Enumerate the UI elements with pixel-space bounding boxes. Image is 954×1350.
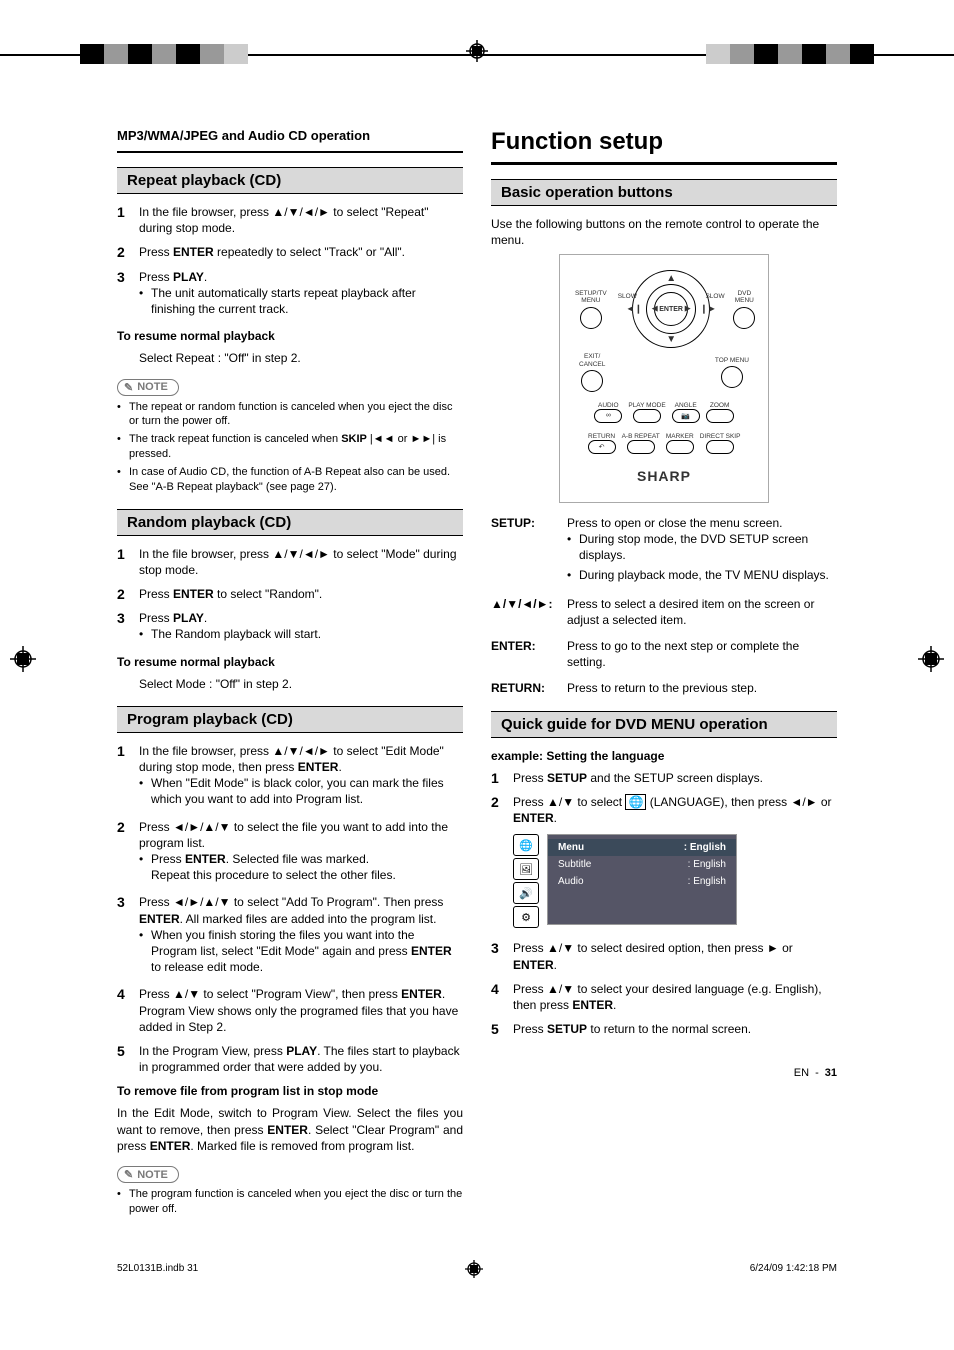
program-step-5: In the Program View, press PLAY. The fil… — [139, 1043, 463, 1075]
program-step-2: Press ◄/►/▲/▼ to select the file you wan… — [139, 819, 463, 887]
basic-intro: Use the following buttons on the remote … — [491, 216, 837, 248]
page-number-block: EN - 31 — [491, 1067, 837, 1079]
random-resume-heading: To resume normal playback — [117, 654, 463, 670]
registration-bar-top — [0, 40, 954, 68]
remote-setup-button — [580, 307, 602, 329]
quick-step-3: Press ▲/▼ to select desired option, then… — [513, 940, 837, 972]
program-step-4: Press ▲/▼ to select "Program View", then… — [139, 986, 463, 1035]
quick-example: example: Setting the language — [491, 748, 837, 764]
repeat-note-1: The repeat or random function is cancele… — [117, 400, 463, 430]
random-step-3: Press PLAY. The Random playback will sta… — [139, 610, 463, 645]
repeat-step-2: Press ENTER repeatedly to select "Track"… — [139, 244, 463, 260]
program-step-1: In the file browser, press ▲/▼/◄/► to se… — [139, 743, 463, 811]
remote-exit-button — [581, 370, 603, 392]
desc-setup: Press to open or close the menu screen. … — [567, 515, 837, 586]
quick-step-1: Press SETUP and the SETUP screen display… — [513, 770, 837, 786]
repeat-resume-text: Select Repeat : "Off" in step 2. — [117, 350, 463, 366]
program-note-1: The program function is canceled when yo… — [117, 1187, 463, 1217]
program-step-3: Press ◄/►/▲/▼ to select "Add To Program"… — [139, 894, 463, 978]
quick-step-4: Press ▲/▼ to select your desired languag… — [513, 981, 837, 1013]
page-footer: 52L0131B.indb 31 6/24/09 1:42:18 PM — [117, 1260, 837, 1278]
osd-tab-settings: ⚙ — [513, 906, 539, 928]
section-quick: Quick guide for DVD MENU operation — [491, 711, 837, 738]
note-tag-2: ✎ NOTE — [117, 1166, 179, 1183]
registration-cross-icon — [466, 40, 488, 62]
osd-tab-picture: 🖼 — [513, 858, 539, 880]
remote-topmenu-button — [721, 366, 743, 388]
repeat-step-3: Press PLAY. The unit automatically start… — [139, 269, 463, 321]
random-resume-text: Select Mode : "Off" in step 2. — [117, 676, 463, 692]
program-remove-text: In the Edit Mode, switch to Program View… — [117, 1105, 463, 1154]
repeat-note-3: In case of Audio CD, the function of A-B… — [117, 465, 463, 495]
section-basic: Basic operation buttons — [491, 179, 837, 206]
section-repeat: Repeat playback (CD) — [117, 167, 463, 194]
osd-diagram: 🌐 🖼 🔊 ⚙ Menu: English Subtitle: English … — [513, 834, 837, 928]
random-step-2: Press ENTER to select "Random". — [139, 586, 463, 602]
remote-brand: SHARP — [637, 468, 691, 484]
registration-cross-left-icon — [10, 646, 36, 672]
section-program: Program playback (CD) — [117, 706, 463, 733]
quick-step-5: Press SETUP to return to the normal scre… — [513, 1021, 837, 1037]
left-column: MP3/WMA/JPEG and Audio CD operation Repe… — [117, 128, 463, 1220]
program-remove-heading: To remove file from program list in stop… — [117, 1083, 463, 1099]
repeat-note-2: The track repeat function is canceled wh… — [117, 432, 463, 462]
desc-return: Press to return to the previous step. — [567, 680, 837, 696]
osd-tab-language: 🌐 — [513, 834, 539, 856]
remote-dvdmenu-button — [733, 307, 755, 329]
section-random: Random playback (CD) — [117, 509, 463, 536]
registration-cross-footer-icon — [465, 1260, 483, 1278]
left-column-header: MP3/WMA/JPEG and Audio CD operation — [117, 128, 463, 143]
random-step-1: In the file browser, press ▲/▼/◄/► to se… — [139, 546, 463, 578]
desc-enter: Press to go to the next step or complete… — [567, 638, 837, 670]
remote-diagram: SETUP/TV MENU ENTER ▲ ▼ ◄ ► SLOW SLOW ◄❙… — [559, 254, 769, 503]
footer-file: 52L0131B.indb 31 — [117, 1263, 198, 1274]
quick-step-2: Press ▲/▼ to select 🌐 (LANGUAGE), then p… — [513, 794, 837, 826]
footer-time: 6/24/09 1:42:18 PM — [750, 1263, 837, 1274]
repeat-step-1: In the file browser, press ▲/▼/◄/► to se… — [139, 204, 463, 236]
registration-cross-right-icon — [918, 646, 944, 672]
desc-arrows: Press to select a desired item on the sc… — [567, 596, 837, 628]
repeat-resume-heading: To resume normal playback — [117, 328, 463, 344]
right-column-header: Function setup — [491, 128, 837, 156]
note-tag: ✎ NOTE — [117, 379, 179, 396]
right-column: Function setup Basic operation buttons U… — [491, 128, 837, 1220]
osd-tab-audio: 🔊 — [513, 882, 539, 904]
